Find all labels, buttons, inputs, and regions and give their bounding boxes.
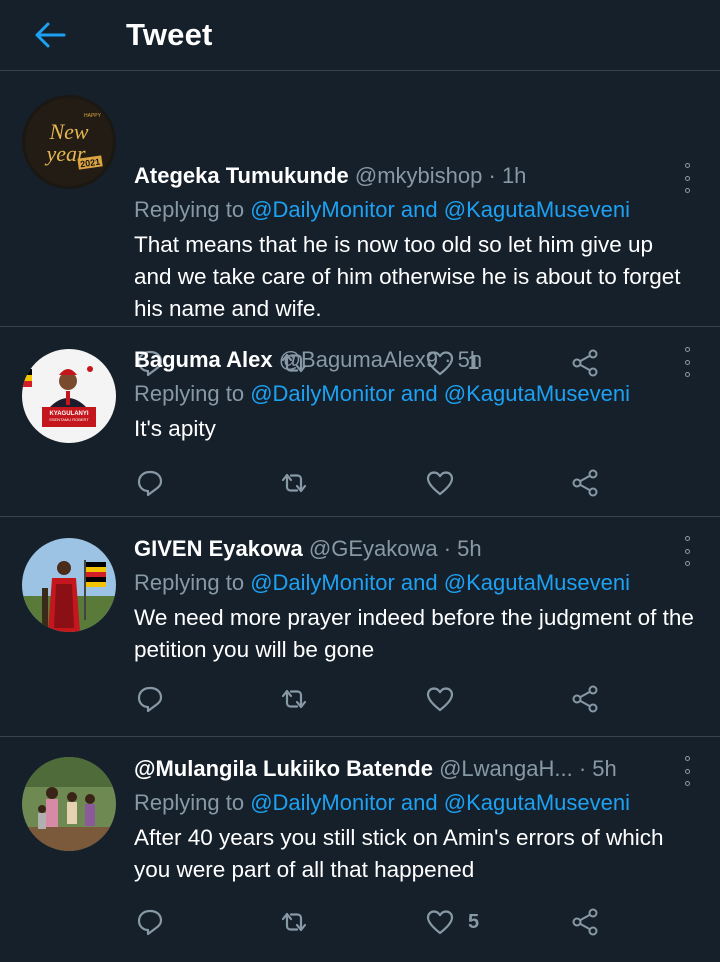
replying-prefix: Replying to	[134, 381, 245, 406]
more-vertical-icon	[684, 536, 690, 541]
mention-link[interactable]: @KagutaMuseveni	[444, 197, 630, 222]
reply-button[interactable]	[136, 681, 164, 717]
mention-link[interactable]: @DailyMonitor	[250, 790, 395, 815]
more-vertical-icon	[684, 347, 690, 352]
more-options-button[interactable]	[682, 756, 692, 786]
handle[interactable]: @LwangaH...	[439, 756, 573, 781]
handle[interactable]: @BagumaAlex9	[279, 347, 438, 372]
replying-to: Replying to @DailyMonitor and @KagutaMus…	[134, 568, 696, 598]
action-bar	[136, 681, 606, 717]
timestamp[interactable]: · 5h	[444, 536, 482, 561]
avatar[interactable]	[22, 538, 116, 632]
share-button[interactable]	[570, 904, 600, 940]
tweet-header: @Mulangila Lukiiko Batende @LwangaH... ·…	[134, 754, 696, 784]
more-options-button[interactable]	[682, 163, 692, 193]
retweet-icon	[281, 689, 307, 709]
mention-and: and	[400, 570, 438, 595]
retweet-button[interactable]	[278, 465, 310, 501]
back-button[interactable]	[30, 15, 70, 55]
display-name[interactable]: Ategeka Tumukunde	[134, 163, 349, 188]
mention-and: and	[400, 197, 438, 222]
retweet-icon	[281, 473, 307, 493]
like-button[interactable]: 5	[426, 904, 479, 940]
handle[interactable]: @mkybishop	[355, 163, 483, 188]
action-bar	[136, 465, 606, 501]
more-options-button[interactable]	[682, 347, 692, 377]
mention-link[interactable]: @KagutaMuseveni	[444, 381, 630, 406]
tweet-header: Baguma Alex @BagumaAlex9 · 5h	[134, 345, 696, 375]
replying-to: Replying to @DailyMonitor and @KagutaMus…	[134, 788, 696, 818]
avatar[interactable]: KYAGULANYI SSENTAMU ROBERT	[22, 349, 116, 443]
avatar-text-sub: SSENTAMU ROBERT	[49, 417, 89, 422]
like-button[interactable]	[426, 465, 468, 501]
replying-prefix: Replying to	[134, 570, 245, 595]
tweet-text: After 40 years you still stick on Amin's…	[134, 825, 664, 882]
display-name[interactable]: GIVEN Eyakowa	[134, 536, 303, 561]
mention-link[interactable]: @KagutaMuseveni	[444, 790, 630, 815]
heart-icon	[426, 910, 454, 935]
reply-button[interactable]	[136, 904, 164, 940]
tweet-item[interactable]: HAPPY New year 2021 Ategeka Tumukunde @m…	[0, 71, 720, 377]
tweet-text: We need more prayer indeed before the ju…	[134, 605, 694, 662]
handle[interactable]: @GEyakowa	[309, 536, 438, 561]
heart-icon	[426, 471, 454, 496]
tweet-item[interactable]: @Mulangila Lukiiko Batende @LwangaH... ·…	[0, 737, 720, 962]
replying-prefix: Replying to	[134, 197, 245, 222]
mention-link[interactable]: @KagutaMuseveni	[444, 570, 630, 595]
avatar[interactable]	[22, 757, 116, 851]
mention-link[interactable]: @DailyMonitor	[250, 570, 395, 595]
tweet-item[interactable]: KYAGULANYI SSENTAMU ROBERT Baguma Alex @…	[0, 327, 720, 517]
share-button[interactable]	[570, 681, 600, 717]
timestamp[interactable]: · 5h	[579, 756, 617, 781]
more-vertical-icon	[684, 163, 690, 168]
more-vertical-icon	[684, 756, 690, 761]
like-count: 5	[468, 910, 480, 933]
share-icon	[572, 469, 598, 497]
mention-link[interactable]: @DailyMonitor	[250, 197, 395, 222]
heart-icon	[426, 687, 454, 712]
replying-prefix: Replying to	[134, 790, 245, 815]
retweet-icon	[281, 912, 307, 932]
action-bar: 5	[136, 904, 606, 940]
arrow-left-icon	[35, 22, 66, 48]
tweet-text: That means that he is now too old so let…	[134, 232, 681, 321]
more-options-button[interactable]	[682, 536, 692, 566]
mention-and: and	[400, 790, 438, 815]
timestamp[interactable]: · 5h	[444, 347, 482, 372]
tweet-header: Ategeka Tumukunde @mkybishop · 1h	[134, 161, 696, 191]
reply-icon	[137, 470, 163, 497]
tweet-header: GIVEN Eyakowa @GEyakowa · 5h	[134, 534, 696, 564]
mention-and: and	[400, 381, 438, 406]
tweet-text: It's apity	[134, 416, 216, 441]
display-name[interactable]: Baguma Alex	[134, 347, 273, 372]
page-title: Tweet	[126, 17, 213, 52]
mention-link[interactable]: @DailyMonitor	[250, 381, 395, 406]
reply-button[interactable]	[136, 465, 164, 501]
replying-to: Replying to @DailyMonitor and @KagutaMus…	[134, 379, 696, 409]
top-bar: Tweet	[0, 0, 720, 71]
retweet-button[interactable]	[278, 681, 310, 717]
reply-icon	[137, 686, 163, 713]
tweet-item[interactable]: GIVEN Eyakowa @GEyakowa · 5h Replying to…	[0, 517, 720, 737]
share-icon	[572, 908, 598, 936]
timestamp[interactable]: · 1h	[489, 163, 527, 188]
reply-icon	[137, 909, 163, 936]
avatar[interactable]: HAPPY New year 2021	[22, 95, 116, 189]
replying-to: Replying to @DailyMonitor and @KagutaMus…	[134, 195, 696, 225]
retweet-button[interactable]	[278, 904, 310, 940]
display-name[interactable]: @Mulangila Lukiiko Batende	[134, 756, 433, 781]
like-button[interactable]	[426, 681, 468, 717]
share-icon	[572, 685, 598, 713]
share-button[interactable]	[570, 465, 600, 501]
